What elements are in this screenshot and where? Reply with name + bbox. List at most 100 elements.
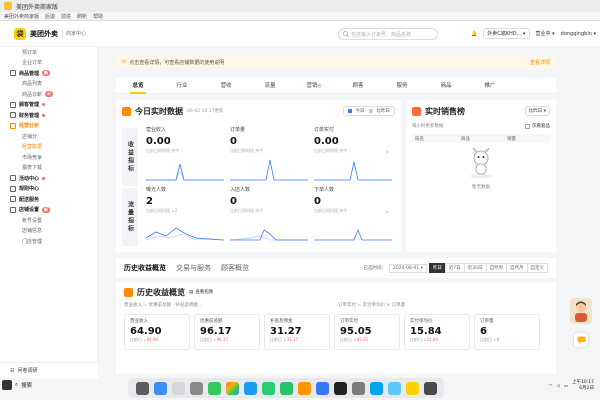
wechat-icon[interactable] — [261, 381, 275, 395]
editor-icon[interactable] — [369, 381, 383, 395]
sidebar-item[interactable]: 商品诊断新 — [0, 89, 97, 100]
survey-link[interactable]: ☷ 问卷调研 — [0, 362, 98, 378]
mail-icon[interactable] — [243, 381, 257, 395]
kpi-card[interactable]: 订单实付 95.05 比前日 ↓95.05 — [334, 314, 400, 350]
clock[interactable]: 上午10:17 6月2日 — [572, 380, 594, 392]
tab-analysis[interactable]: 总览 — [116, 78, 160, 94]
tab-analysis[interactable]: 推广 — [468, 78, 512, 94]
history-title: 历史收益概览 — [137, 287, 185, 297]
range-option[interactable]: 近7日 — [444, 263, 465, 273]
realtime-legend[interactable]: 今日 比昨日 — [342, 106, 395, 116]
menu-item-app[interactable]: 美团外卖商家版 — [4, 13, 39, 20]
date-field[interactable]: 2024-06-01 ▾ — [389, 263, 427, 273]
sidebar-item[interactable]: 门店管理 — [0, 236, 97, 247]
kpi-value: 95.05 — [340, 326, 372, 337]
sidebar-item[interactable]: 报表下载 — [0, 163, 97, 174]
sidebar-item[interactable]: 商品管理新 — [0, 68, 97, 79]
meituan-dock-icon[interactable] — [405, 381, 419, 395]
trash-icon[interactable] — [189, 381, 203, 395]
traffic-next-icon[interactable]: › — [386, 208, 389, 216]
revenue-next-icon[interactable]: › — [386, 148, 389, 156]
system-tray: ◠ ◁ ▭ 上午10:17 6月2日 — [548, 380, 594, 392]
tab-analysis[interactable]: 顾客 — [336, 78, 380, 94]
brand-sub: 商家中心 — [62, 30, 86, 37]
tab-analysis[interactable]: 流量 — [248, 78, 292, 94]
wifi-icon[interactable]: ◠ — [548, 384, 552, 389]
store-icon[interactable] — [207, 381, 221, 395]
sidebar-item[interactable]: 店铺信息 — [0, 226, 97, 237]
metric-card[interactable]: 订单量 0 比前日同时段 持平 — [230, 126, 312, 184]
kpi-card[interactable]: 订单量 6 比前日 ↓6 — [474, 314, 540, 350]
taskbar-search[interactable]: ⌕ 搜索 — [2, 380, 32, 390]
calendar-icon[interactable] — [315, 381, 329, 395]
chat-app-icon[interactable] — [279, 381, 293, 395]
kpi-card[interactable]: 补贴及佣金 31.27 比前日 ↓31.27 — [264, 314, 330, 350]
tab-analysis[interactable]: 服务 — [380, 78, 424, 94]
sidebar-item[interactable]: 店铺分 — [0, 131, 97, 142]
brand[interactable]: 袋 美团外卖 商家中心 — [0, 27, 120, 40]
sidebar-item[interactable]: 预订单 — [0, 47, 97, 58]
guide-link[interactable]: ▤ 查看指南 — [189, 289, 213, 296]
sidebar-item[interactable]: 活动中心 — [0, 173, 97, 184]
sidebar-item[interactable]: 账号设置 — [0, 215, 97, 226]
kpi-card[interactable]: 实付单均价 15.84 比前日 ↓15.84 — [404, 314, 470, 350]
metric-card[interactable]: 下单人数 0 比前日同时段 持平 — [314, 186, 396, 244]
assistant-avatar[interactable] — [570, 298, 592, 324]
sidebar-item[interactable]: 规则中心 — [0, 184, 97, 195]
tab-analysis[interactable]: 营销热 — [292, 78, 336, 94]
sidebar-item[interactable]: 经营分析 — [0, 121, 97, 132]
store-select[interactable]: 外卖C端KHD... ▾ — [483, 28, 530, 39]
search-input[interactable]: 在这输入订单号、商品名称 — [338, 28, 438, 40]
user-menu[interactable]: dongqingbin ▾ — [561, 31, 596, 37]
tab-analysis[interactable]: 商品 — [424, 78, 468, 94]
start-icon[interactable] — [2, 380, 12, 390]
metric-card[interactable]: 曝光人数 2 比前日同时段 ↓2 — [146, 186, 228, 244]
tab-history-revenue[interactable]: 历史收益概览 — [124, 263, 166, 273]
metric-card[interactable]: 营业收入 0.00 比前日同时段 持平 — [146, 126, 228, 184]
sidebar-item[interactable]: 市场竞争 — [0, 152, 97, 163]
metric-value: 0 — [230, 196, 237, 207]
finder-icon[interactable] — [135, 381, 149, 395]
range-option[interactable]: 昨日 — [428, 263, 446, 273]
notice-link[interactable]: 查看详情 — [530, 59, 550, 66]
browser-icon[interactable] — [153, 381, 167, 395]
sidebar-item[interactable]: 顾客管理 — [0, 100, 97, 111]
metric-card[interactable]: 订单实付 0.00 比前日同时段 持平 — [314, 126, 396, 184]
menu-item-refresh[interactable]: 刷新 — [77, 13, 87, 20]
guide-book-icon: ▤ — [189, 289, 194, 295]
sidebar-item[interactable]: 商品列表 — [0, 79, 97, 90]
chat-button[interactable] — [574, 333, 588, 347]
menu-item-help[interactable]: 帮助 — [93, 13, 103, 20]
sidebar-item[interactable]: 财务管理 — [0, 110, 97, 121]
rank-select[interactable]: 比昨日 ▾ — [524, 106, 550, 116]
sidebar-item[interactable]: 配送服务 — [0, 194, 97, 205]
notes-icon[interactable] — [297, 381, 311, 395]
metric-card[interactable]: 入店人数 0 比前日同时段 持平 — [230, 186, 312, 244]
sidebar-item[interactable]: 企业订单 — [0, 58, 97, 69]
photos-icon[interactable] — [225, 381, 239, 395]
settings-icon[interactable] — [351, 381, 365, 395]
tab-history-customer[interactable]: 顾客概览 — [221, 263, 249, 273]
kpi-card[interactable]: 营业收入 64.90 比前日 ↓64.90 — [124, 314, 190, 350]
maps-icon[interactable] — [387, 381, 401, 395]
tab-analysis[interactable]: 行业 — [160, 78, 204, 94]
kpi-card[interactable]: 优惠前总额 96.17 比前日 ↓96.17 — [194, 314, 260, 350]
menu-item-forward[interactable]: 前进 — [61, 13, 71, 20]
battery-icon[interactable]: ▭ — [564, 384, 568, 389]
sidebar-item[interactable]: 店铺设置新 — [0, 205, 97, 216]
sidebar-item[interactable]: 经营数据 — [0, 142, 97, 153]
downloads-icon[interactable] — [423, 381, 437, 395]
terminal-icon[interactable] — [333, 381, 347, 395]
tab-analysis[interactable]: 营收 — [204, 78, 248, 94]
rank-checkbox[interactable]: 仅看套品 — [525, 123, 550, 129]
range-option[interactable]: 自然月 — [506, 263, 528, 273]
files-icon[interactable] — [171, 381, 185, 395]
tab-history-trade[interactable]: 交易与服务 — [176, 263, 211, 273]
bell-icon[interactable]: 🔔 — [471, 31, 477, 37]
volume-icon[interactable]: ◁ — [556, 384, 559, 389]
status-select[interactable]: 营业中 ▾ — [536, 30, 555, 37]
range-option[interactable]: 近30日 — [463, 263, 487, 273]
menu-item-back[interactable]: 后退 — [45, 13, 55, 20]
range-option[interactable]: 自然周 — [485, 263, 507, 273]
range-option[interactable]: 自定义 — [526, 263, 548, 273]
